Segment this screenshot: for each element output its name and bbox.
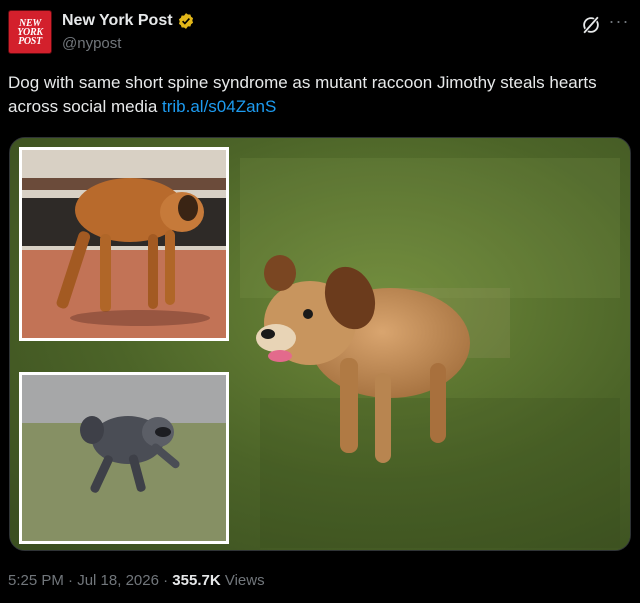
grok-icon[interactable] xyxy=(580,14,602,36)
tweet-link[interactable]: trib.al/s04ZanS xyxy=(162,97,276,116)
views-count: 355.7K xyxy=(172,572,221,589)
inset-dog-photo xyxy=(19,147,229,341)
tweet-text: Dog with same short spine syndrome as mu… xyxy=(8,71,628,119)
new-york-post-logo: NEW YORK POST xyxy=(17,17,43,47)
more-options-icon[interactable]: ··· xyxy=(608,12,630,34)
views-label: Views xyxy=(224,572,265,589)
inset-raccoon-photo xyxy=(19,372,229,544)
name-row: New York Post xyxy=(62,12,195,30)
media-image xyxy=(10,138,630,550)
tweet-body: Dog with same short spine syndrome as mu… xyxy=(8,73,597,116)
avatar[interactable]: NEW YORK POST xyxy=(8,10,52,54)
tweet-date[interactable]: Jul 18, 2026 xyxy=(77,572,159,589)
tweet-media[interactable] xyxy=(9,137,631,551)
tweet-time[interactable]: 5:25 PM xyxy=(8,572,64,589)
handle[interactable]: @nypost xyxy=(62,35,121,52)
display-name[interactable]: New York Post xyxy=(62,12,173,30)
separator: · xyxy=(163,572,169,589)
tweet-meta: 5:25 PM · Jul 18, 2026 · 355.7K Views xyxy=(8,572,265,589)
gold-verified-badge-icon[interactable] xyxy=(177,12,195,30)
tweet-header: NEW YORK POST New York Post @nypost ··· xyxy=(8,10,632,56)
separator: · xyxy=(68,572,74,589)
